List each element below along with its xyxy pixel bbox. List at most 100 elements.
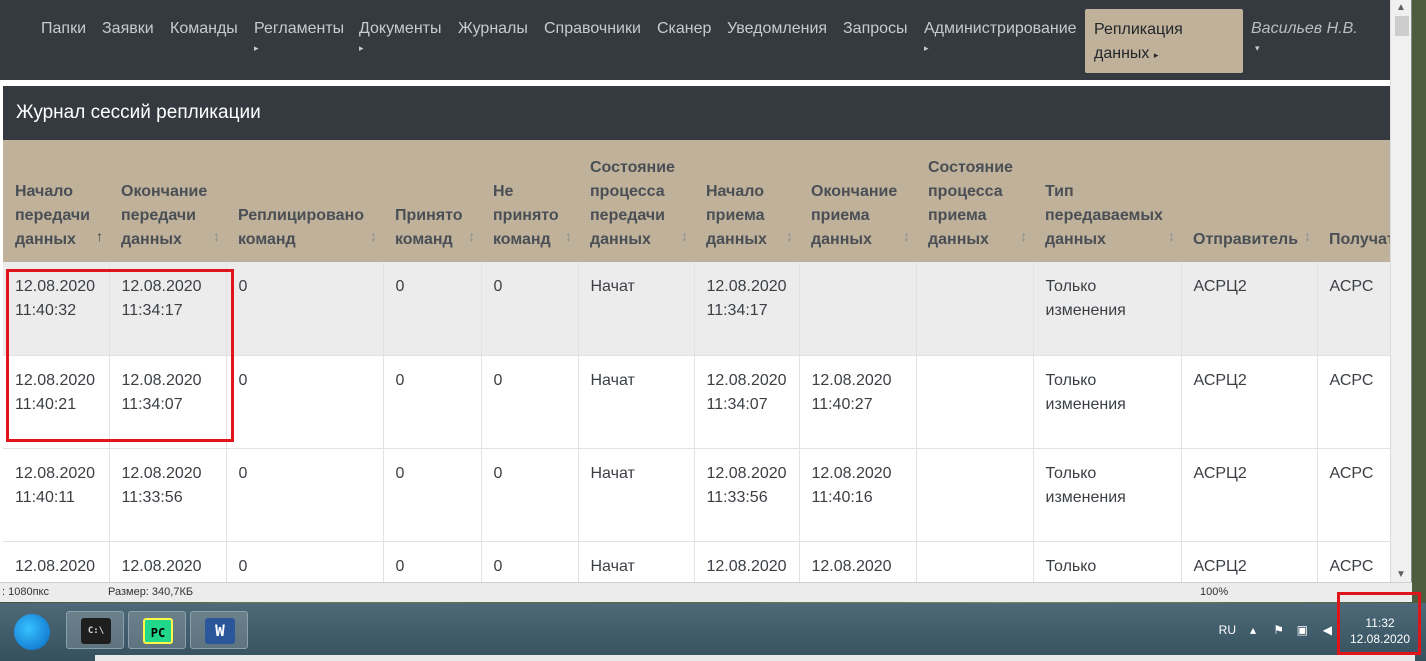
- chevron-down-icon: ▾: [1255, 43, 1260, 53]
- column-header-label: Принято команд: [395, 207, 463, 248]
- user-menu[interactable]: Васильев Н.В. ▾: [1251, 17, 1358, 53]
- language-indicator[interactable]: RU: [1219, 623, 1236, 637]
- nav-item-2[interactable]: Заявки: [102, 17, 154, 41]
- tray-chevron-icon[interactable]: ▴: [1250, 623, 1256, 637]
- nav-item-9[interactable]: Уведомления: [727, 17, 827, 41]
- table-cell: 0: [481, 262, 579, 356]
- sort-icon[interactable]: ↕: [786, 224, 793, 248]
- pycharm-icon: PC: [143, 618, 173, 644]
- column-header-label: Не принято команд: [493, 183, 559, 248]
- sort-icon[interactable]: ↕: [370, 224, 377, 248]
- nav-item-replication-active[interactable]: Репликация данных ▸: [1085, 9, 1243, 73]
- table-cell: 0: [481, 448, 579, 542]
- vertical-scrollbar[interactable]: ▲ ▼: [1390, 0, 1411, 582]
- column-header-6[interactable]: Состояние процесса передачи данных ↕: [578, 140, 694, 262]
- nav-active-line2: данных: [1094, 45, 1150, 62]
- table-cell: 0: [481, 541, 579, 582]
- column-header-3[interactable]: Реплицировано команд ↕: [226, 140, 383, 262]
- column-header-11[interactable]: Отправитель ↕: [1181, 140, 1317, 262]
- table-cell: [916, 448, 1034, 542]
- column-header-8[interactable]: Окончание приема данных ↕: [799, 140, 916, 262]
- nav-item-4[interactable]: Регламенты ▸: [254, 17, 344, 53]
- table-cell: 0: [226, 448, 384, 542]
- network-icon[interactable]: ▣: [1297, 623, 1308, 637]
- table-cell: 12.08.2020: [109, 541, 227, 582]
- table-cell: АСРС: [1317, 262, 1390, 356]
- column-header-label: Получатель: [1329, 231, 1390, 248]
- edge-browser-icon[interactable]: [14, 614, 50, 650]
- nav-item-6[interactable]: Журналы: [458, 17, 528, 41]
- table-cell: АСРС: [1317, 541, 1390, 582]
- nav-item-1[interactable]: Папки: [41, 17, 86, 41]
- table-cell: 12.08.2020 11:33:56: [694, 448, 800, 542]
- flag-icon[interactable]: ⚑: [1273, 623, 1284, 637]
- taskbar-app-button[interactable]: PC: [128, 611, 186, 649]
- column-header-10[interactable]: Тип передаваемых данных ↕: [1033, 140, 1181, 262]
- caret-right-icon: ▸: [924, 43, 929, 53]
- sort-icon[interactable]: ↕: [565, 224, 572, 248]
- table-cell: [799, 262, 917, 356]
- column-header-12[interactable]: Получатель: [1317, 140, 1390, 262]
- column-header-1[interactable]: Начало передачи данных ↑: [3, 140, 109, 262]
- image-dimensions: : 1080пкс: [2, 586, 49, 598]
- table-cell: АСРЦ2: [1181, 541, 1318, 582]
- column-header-4[interactable]: Принято команд ↕: [383, 140, 481, 262]
- table-cell: 0: [383, 448, 482, 542]
- nav-item-label: Заявки: [102, 20, 154, 37]
- column-header-9[interactable]: Состояние процесса приема данных ↕: [916, 140, 1033, 262]
- sort-icon[interactable]: ↕: [1304, 224, 1311, 248]
- app-window: Папки Заявки Команды Регламенты ▸ Документы ▸ Ж…: [0, 0, 1412, 582]
- table-cell: 12.08.2020 11:40:11: [3, 448, 110, 542]
- table-row[interactable]: 12.08.2020 12.08.2020 0 0 0 Начат 12.08.2020 12…: [3, 541, 1390, 582]
- nav-active-line1: Репликация: [1094, 21, 1183, 38]
- nav-item-11[interactable]: Администрирование ▸: [924, 17, 1077, 53]
- word-icon: W: [205, 618, 235, 644]
- sort-icon[interactable]: ↕: [681, 224, 688, 248]
- nav-item-7[interactable]: Справочники: [544, 17, 641, 41]
- nav-item-label: Команды: [170, 20, 238, 37]
- nav-item-8[interactable]: Сканер: [657, 17, 711, 41]
- sort-icon[interactable]: ↕: [213, 224, 220, 248]
- column-header-label: Отправитель: [1193, 231, 1299, 248]
- column-header-label: Состояние процесса приема данных: [928, 159, 1013, 248]
- nav-item-label: Справочники: [544, 20, 641, 37]
- scrollbar-thumb[interactable]: [1395, 16, 1409, 36]
- nav-item-label: Журналы: [458, 20, 528, 37]
- taskbar-app-button[interactable]: C:\: [66, 611, 124, 649]
- nav-item-label: Документы: [359, 20, 442, 37]
- sort-icon[interactable]: ↕: [903, 224, 910, 248]
- table-cell: Начат: [578, 448, 695, 542]
- table-cell: 0: [383, 262, 482, 356]
- table-cell: 12.08.2020: [799, 541, 917, 582]
- table-cell: АСРЦ2: [1181, 355, 1318, 449]
- clock-highlight-box: [1337, 592, 1421, 655]
- table-cell: 12.08.2020 11:34:17: [694, 262, 800, 356]
- table-row[interactable]: 12.08.2020 11:40:11 12.08.2020 11:33:56 0 0…: [3, 448, 1390, 542]
- column-header-2[interactable]: Окончание передачи данных ↕: [109, 140, 226, 262]
- zoom-level: 100%: [1200, 586, 1229, 598]
- nav-item-5[interactable]: Документы ▸: [359, 17, 441, 53]
- sort-icon[interactable]: ↕: [1020, 224, 1027, 248]
- table-cell: АСРЦ2: [1181, 448, 1318, 542]
- table-cell: 12.08.2020 11:40:27: [799, 355, 917, 449]
- nav-item-10[interactable]: Запросы: [843, 17, 908, 41]
- taskbar-app-button[interactable]: W: [190, 611, 248, 649]
- table-cell: 12.08.2020: [3, 541, 110, 582]
- column-header-label: Окончание приема данных: [811, 183, 898, 248]
- nav-item-3[interactable]: Команды: [170, 17, 238, 41]
- table-cell: Только: [1033, 541, 1182, 582]
- volume-icon[interactable]: ◀: [1323, 623, 1332, 637]
- table-cell: [916, 541, 1034, 582]
- sort-icon[interactable]: ↕: [468, 224, 475, 248]
- scroll-up-arrow-icon[interactable]: ▲: [1396, 2, 1406, 13]
- scroll-down-arrow-icon[interactable]: ▼: [1396, 569, 1406, 580]
- file-size: Размер: 340,7КБ: [108, 586, 194, 598]
- top-navigation: Папки Заявки Команды Регламенты ▸ Документы ▸ Ж…: [0, 0, 1390, 80]
- table-cell: Только изменения: [1033, 448, 1182, 542]
- column-header-5[interactable]: Не принято команд ↕: [481, 140, 578, 262]
- sort-icon[interactable]: ↕: [1168, 224, 1175, 248]
- sort-ascending-icon[interactable]: ↑: [96, 224, 103, 248]
- nav-item-label: Папки: [41, 20, 86, 37]
- table-cell: 12.08.2020 11:40:16: [799, 448, 917, 542]
- column-header-7[interactable]: Начало приема данных ↕: [694, 140, 799, 262]
